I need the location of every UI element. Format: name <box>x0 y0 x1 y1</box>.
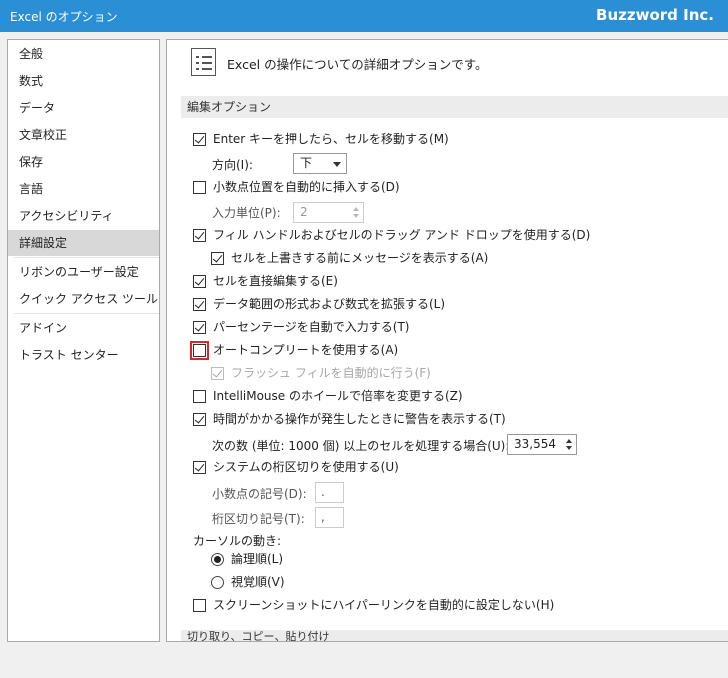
cursor-movement-label: カーソルの動き: <box>193 534 282 548</box>
option-label: オートコンプリートを使用する(A) <box>213 343 399 357</box>
sidebar-item-customize-ribbon[interactable]: リボンのユーザー設定 <box>8 259 159 285</box>
direction-select[interactable]: 下 <box>293 153 347 174</box>
cells-threshold-value: 33,554 <box>514 437 556 451</box>
checkbox[interactable] <box>211 252 224 265</box>
sidebar-item-formulas[interactable]: 数式 <box>8 68 159 94</box>
decimal-symbol-label: 小数点の記号(D): <box>212 487 307 501</box>
sidebar-item-accessibility[interactable]: アクセシビリティ <box>8 203 159 229</box>
sidebar-item-language[interactable]: 言語 <box>8 176 159 202</box>
spin-up-icon[interactable] <box>566 439 572 443</box>
checkbox[interactable] <box>193 229 206 242</box>
option-label: システムの桁区切りを使用する(U) <box>213 460 399 474</box>
checkbox[interactable] <box>193 390 206 403</box>
decimal-places-stepper[interactable]: 2 <box>293 202 364 223</box>
option-label: Enter キーを押したら、セルを移動する(M) <box>213 132 449 146</box>
title-bar: Excel のオプション Buzzword Inc. <box>0 0 728 32</box>
option-label: セルを直接編集する(E) <box>213 274 338 288</box>
checkbox[interactable] <box>193 413 206 426</box>
sidebar-divider <box>14 257 159 258</box>
option-label: データ範囲の形式および数式を拡張する(L) <box>213 297 446 311</box>
options-document-icon <box>191 48 216 76</box>
sidebar-item-proofing[interactable]: 文章校正 <box>8 122 159 148</box>
sidebar-item-data[interactable]: データ <box>8 95 159 121</box>
checkbox[interactable] <box>190 341 209 360</box>
radio-button[interactable] <box>211 553 224 566</box>
option-label: 時間がかかる操作が発生したときに警告を表示する(T) <box>213 412 506 426</box>
sidebar-item-addins[interactable]: アドイン <box>8 315 159 341</box>
spin-down-icon[interactable] <box>566 446 572 450</box>
cells-threshold-stepper[interactable]: 33,554 <box>507 434 577 455</box>
page-description: Excel の操作についての詳細オプションです。 <box>227 57 488 72</box>
decimal-symbol-input[interactable]: . <box>315 482 344 503</box>
checkbox[interactable] <box>193 321 206 334</box>
checkbox[interactable] <box>193 461 206 474</box>
checkbox[interactable] <box>193 181 206 194</box>
section-header-editing: 編集オプション <box>181 96 728 118</box>
sidebar-item-trust-center[interactable]: トラスト センター <box>8 342 159 368</box>
option-label: 論理順(L) <box>231 552 284 566</box>
checkbox[interactable] <box>193 599 206 612</box>
checkbox[interactable] <box>193 133 206 146</box>
thousands-symbol-label: 桁区切り記号(T): <box>212 512 305 526</box>
direction-label: 方向(I): <box>212 158 253 172</box>
brand-label: Buzzword Inc. <box>596 6 714 24</box>
option-label: スクリーンショットにハイパーリンクを自動的に設定しない(H) <box>213 598 555 612</box>
option-label: フラッシュ フィルを自動的に行う(F) <box>231 366 431 380</box>
chevron-down-icon <box>333 162 341 167</box>
cells-threshold-label: 次の数 (単位: 1000 個) 以上のセルを処理する場合(U): <box>212 439 510 453</box>
decimal-places-label: 入力単位(P): <box>212 206 281 220</box>
sidebar-item-advanced[interactable]: 詳細設定 <box>8 230 159 256</box>
sidebar-item-general[interactable]: 全般 <box>8 41 159 67</box>
spin-down-icon[interactable] <box>353 214 359 218</box>
spin-up-icon[interactable] <box>353 207 359 211</box>
checkbox[interactable] <box>193 275 206 288</box>
sidebar-divider <box>14 313 159 314</box>
sidebar-item-save[interactable]: 保存 <box>8 149 159 175</box>
option-label: IntelliMouse のホイールで倍率を変更する(Z) <box>213 389 463 403</box>
option-label: セルを上書きする前にメッセージを表示する(A) <box>231 251 489 265</box>
direction-value: 下 <box>300 156 313 170</box>
checkbox[interactable] <box>193 298 206 311</box>
option-label: パーセンテージを自動で入力する(T) <box>213 320 410 334</box>
sidebar-item-quick-access-toolbar[interactable]: クイック アクセス ツール バー <box>8 286 159 312</box>
checkbox[interactable] <box>211 367 224 380</box>
option-label: 視覚順(V) <box>231 575 285 589</box>
option-label: フィル ハンドルおよびセルのドラッグ アンド ドロップを使用する(D) <box>213 228 591 242</box>
advanced-options-panel: Excel の操作についての詳細オプションです。 編集オプション Enter キ… <box>166 39 728 642</box>
section-header-cut-copy-paste: 切り取り、コピー、貼り付け <box>181 630 728 641</box>
option-label: 小数点位置を自動的に挿入する(D) <box>213 180 400 194</box>
window-title: Excel のオプション <box>10 10 118 24</box>
sidebar: 全般 数式 データ 文章校正 保存 言語 アクセシビリティ 詳細設定 リボンのユ… <box>7 39 160 642</box>
radio-button[interactable] <box>211 576 224 589</box>
thousands-symbol-input[interactable]: , <box>315 507 344 528</box>
decimal-places-value: 2 <box>300 205 308 219</box>
